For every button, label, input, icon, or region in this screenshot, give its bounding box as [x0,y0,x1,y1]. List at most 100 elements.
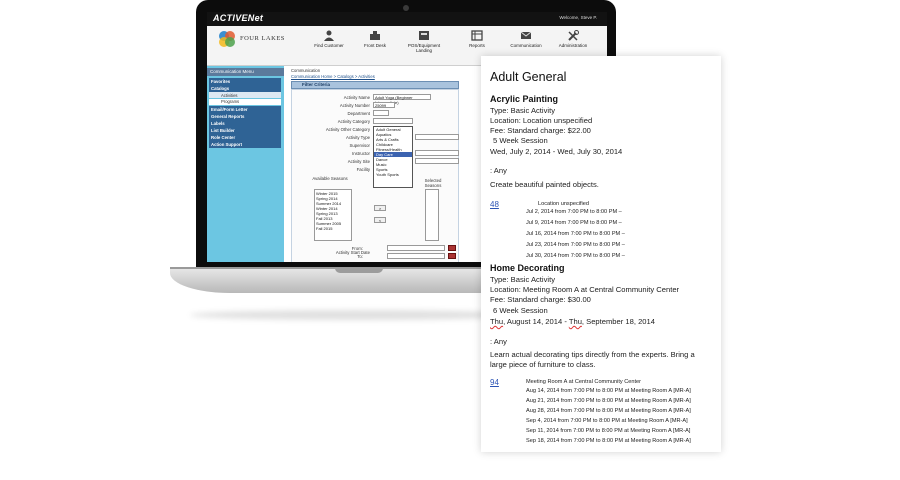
administration-icon [568,30,579,41]
activity-age: : Any [490,337,507,346]
activity-number-link[interactable]: 94 [490,378,499,387]
activity-site-label: Activity Site [347,159,370,164]
laptop-shadow [190,310,520,320]
selected-seasons-list[interactable] [425,189,439,241]
activity-name: Home Decorating [490,263,565,273]
facility-label: Facility [356,167,370,172]
sidebar-item-labels[interactable]: Labels [209,120,281,127]
activity-description: Create beautiful painted objects. [490,180,599,189]
filter-criteria-header[interactable]: Filter Criteria [291,81,459,89]
sidebar-item-catalogs[interactable]: Catalogs [209,85,281,92]
remove-season-button[interactable]: < [374,217,386,223]
add-season-button[interactable]: > [374,205,386,211]
activity-number-input[interactable]: 25099 [373,102,395,108]
nav-reports[interactable]: Reports [453,30,501,48]
calendar-from-icon[interactable] [448,245,456,251]
sidebar-item-email-form-letter[interactable]: Email/Form Letter [209,106,281,113]
selected-seasons-label: Selected Seasons [424,178,442,188]
stage: ACTIVENet Welcome, Steve P. FOUR LAKES F… [0,0,900,480]
sidebar-item-action-support[interactable]: Action Support [209,141,281,148]
nav-administration[interactable]: Administration [549,30,597,48]
schedule-line: Jul 23, 2014 from 7:00 PM to 8:00 PM – [526,242,625,248]
front-desk-icon [370,31,380,40]
calendar-to-icon[interactable] [448,253,456,259]
sidebar-subitem-programs[interactable]: Programs [209,98,281,105]
available-seasons-list[interactable]: Winter 2015 Spring 2014 Summer 2014 Wint… [314,189,352,241]
brand-logo: ACTIVENet [213,13,264,23]
activity-category-select[interactable] [373,118,413,124]
schedule-line: Aug 21, 2014 from 7:00 PM to 8:00 PM at … [526,398,691,404]
activity-number-label: Activity Number [339,103,370,108]
nav-find-customer[interactable]: Find Customer [305,30,353,48]
schedule-line: Sep 18, 2014 from 7:00 PM to 8:00 PM at … [526,438,691,444]
department-select[interactable] [373,110,389,116]
activity-category-label: Activity Category [337,119,370,124]
sidebar: Communication Menu Favorites Catalogs Ac… [207,66,284,262]
nav-label: Find Customer [314,43,344,48]
pos-icon [419,31,429,40]
start-date-from-input[interactable] [387,245,445,251]
reports-icon [471,30,483,41]
category-option[interactable]: Youth Sports [374,172,412,177]
activity-name-input[interactable]: Adult Yoga (Beginner Intermediate) [373,94,431,105]
schedule-line: Aug 14, 2014 from 7:00 PM to 8:00 PM at … [526,388,691,394]
activity-number-link[interactable]: 48 [490,200,499,209]
sidebar-item-role-center[interactable]: Role Center [209,134,281,141]
schedule-line: Jul 16, 2014 from 7:00 PM to 8:00 PM – [526,231,625,237]
schedule-location: Meeting Room A at Central Community Cent… [526,379,642,385]
activity-type: Type: Basic Activity [490,106,555,115]
catalog-paper: Adult General Acrylic Painting Type: Bas… [481,56,721,452]
communication-icon [520,31,532,39]
laptop-camera [403,5,409,11]
logo-text: FOUR LAKES [240,35,285,42]
nav-pos[interactable]: POS/Equipment Landing [400,30,448,53]
app-topbar: ACTIVENet Welcome, Steve P. [207,12,607,26]
nav-label: POS/Equipment Landing [407,43,441,53]
schedule-line: Jul 9, 2014 from 7:00 PM to 8:00 PM – [526,220,622,226]
activity-dates: Thu, August 14, 2014 - Thu, September 18… [490,317,655,326]
schedule-line: Sep 11, 2014 from 7:00 PM to 8:00 PM at … [526,428,691,434]
instructor-select[interactable] [415,150,459,156]
activity-name-label: Activity Name [343,95,370,100]
nav-label: Reports [469,43,485,48]
sidebar-item-general-reports[interactable]: General Reports [209,113,281,120]
activity-name: Acrylic Painting [490,94,559,104]
activity-session: 5 Week Session [493,136,548,145]
activity-type: Type: Basic Activity [490,275,555,284]
dates-mid: , August 14, 2014 - [503,317,569,326]
start-date-to-input[interactable] [387,253,445,259]
sidebar-title: Communication Menu [207,68,284,76]
activity-dates: Wed, July 2, 2014 - Wed, July 30, 2014 [490,147,623,156]
activity-fee: Fee: Standard charge: $22.00 [490,126,591,135]
nav-front-desk[interactable]: Front Desk [351,30,399,48]
sidebar-item-favorites[interactable]: Favorites [209,78,281,85]
nav-communication[interactable]: Communication [502,30,550,48]
activity-category-dropdown[interactable]: Adult General Aquatics Arts & Crafts Chi… [373,126,413,188]
from-label: From: [351,246,363,251]
activity-description-line: large piece of furniture to class. [490,360,596,369]
nav-label: Administration [558,43,588,48]
schedule-line: Jul 30, 2014 from 7:00 PM to 8:00 PM – [526,253,625,259]
activity-site-select[interactable] [415,158,459,164]
sidebar-item-list-builder[interactable]: List Builder [209,127,281,134]
four-lakes-logo-icon [219,31,235,47]
laptop-notch [335,268,383,273]
welcome-text[interactable]: Welcome, Steve P. [559,15,597,20]
filter-criteria-title: Filter Criteria [302,82,331,87]
activity-description-line: Learn actual decorating tips directly fr… [490,350,695,359]
activity-type-select[interactable] [415,134,459,140]
instructor-label: Instructor [352,151,370,156]
sidebar-subitem-activities[interactable]: Activities [209,92,281,98]
activity-location: Location: Meeting Room A at Central Comm… [490,285,680,294]
schedule-line: Aug 28, 2014 from 7:00 PM to 8:00 PM at … [526,408,691,414]
activity-age: : Any [490,166,507,175]
schedule-line: Jul 2, 2014 from 7:00 PM to 8:00 PM – [526,209,622,215]
supervisor-label: Supervisor [349,143,370,148]
activity-type-label: Activity Type [345,135,370,140]
season-option[interactable]: Fall 2015 [316,226,350,231]
breadcrumb[interactable]: Communication Home > Catalogs > Activiti… [291,74,375,79]
catalog-title: Adult General [490,70,567,84]
dates-prefix-2: Thu [568,317,582,326]
nav-label: Front Desk [363,43,386,48]
activity-location: Location: Location unspecified [490,116,593,125]
